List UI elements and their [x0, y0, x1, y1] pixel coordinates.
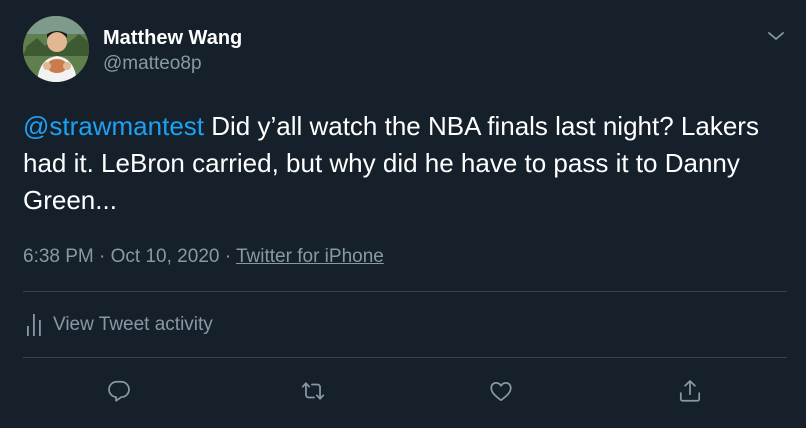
bar-chart-icon	[27, 314, 41, 336]
tweet-text: @strawmantest Did y’all watch the NBA fi…	[23, 108, 793, 219]
heart-icon	[490, 382, 512, 402]
tweet-date[interactable]: Oct 10, 2020	[111, 246, 220, 267]
tweet-source[interactable]: Twitter for iPhone	[236, 246, 384, 267]
mention-link[interactable]: @strawmantest	[23, 111, 204, 141]
share-icon	[679, 380, 701, 402]
avatar[interactable]	[23, 16, 89, 82]
retweet-button[interactable]	[298, 376, 328, 406]
share-button[interactable]	[675, 376, 705, 406]
retweet-icon	[301, 382, 325, 400]
divider	[23, 291, 787, 292]
view-activity-button[interactable]: View Tweet activity	[26, 313, 213, 337]
avatar-photo	[23, 16, 89, 82]
meta-separator: ·	[99, 246, 106, 267]
tweet-meta: 6:38 PM · Oct 10, 2020 · Twitter for iPh…	[23, 246, 384, 268]
tweet-time[interactable]: 6:38 PM	[23, 246, 94, 267]
reply-button[interactable]	[104, 376, 134, 406]
activity-label: View Tweet activity	[53, 314, 213, 335]
divider	[23, 357, 787, 358]
chevron-down-icon[interactable]	[764, 24, 788, 48]
tweet-card: Matthew Wang @matteo8p @strawmantest Did…	[0, 0, 806, 428]
like-button[interactable]	[486, 376, 516, 406]
author-name[interactable]: Matthew Wang	[103, 27, 242, 50]
meta-separator: ·	[224, 246, 232, 267]
reply-icon	[108, 380, 130, 402]
author-handle[interactable]: @matteo8p	[103, 53, 202, 75]
